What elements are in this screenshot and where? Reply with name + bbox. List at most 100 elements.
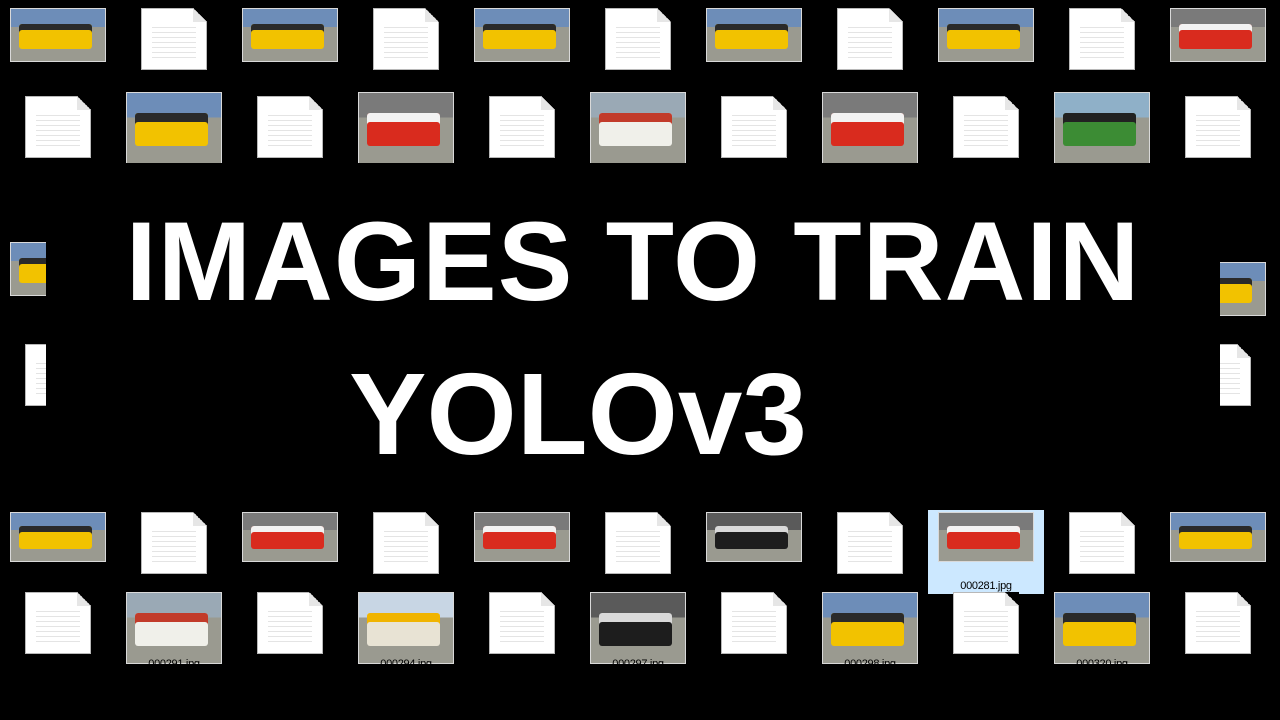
file-tile-image[interactable]: 000258.jpg	[232, 510, 348, 594]
file-tile-image[interactable]	[580, 90, 696, 174]
text-file-icon	[953, 592, 1019, 654]
file-tile-image[interactable]: 000320.jpg	[1044, 588, 1160, 672]
bus-shape	[18, 526, 92, 550]
text-file-icon	[141, 512, 207, 574]
file-tile-image[interactable]	[348, 90, 464, 174]
file-name-label: 000284.txt	[33, 658, 83, 670]
file-tile-image[interactable]: 000294.jpg	[348, 588, 464, 672]
bus-shape	[366, 612, 440, 647]
file-tile-image[interactable]	[812, 90, 928, 174]
file-tile-text[interactable]: 000294.txt	[464, 588, 580, 672]
file-tile-text[interactable]: 000281.txt	[1044, 510, 1160, 594]
file-tile-text[interactable]: 000297.txt	[696, 588, 812, 672]
file-tile-image[interactable]: 000250.jpg	[0, 510, 116, 594]
file-name-label: 000291.jpg	[148, 658, 200, 670]
file-name-label: 000165.txt	[613, 70, 663, 82]
file-tile-image[interactable]: 000265.jpg	[464, 510, 580, 594]
text-file-icon	[25, 96, 91, 158]
bus-shape	[1178, 526, 1252, 550]
image-thumbnail	[474, 8, 570, 62]
file-name-label: 000298.jpg	[844, 658, 896, 670]
file-tile-image[interactable]: 000149.jpg	[232, 0, 348, 84]
text-file-icon	[25, 592, 91, 654]
image-thumbnail	[706, 8, 802, 62]
text-file-icon	[373, 8, 439, 70]
file-tile-text[interactable]: 000165.txt	[580, 0, 696, 84]
file-name-label: 000294.txt	[497, 658, 547, 670]
file-name-label: 000175.txt	[1077, 70, 1127, 82]
image-thumbnail	[590, 92, 686, 164]
bus-shape	[946, 23, 1020, 49]
text-file-icon	[373, 512, 439, 574]
file-tile-image[interactable]	[1044, 90, 1160, 174]
image-thumbnail	[358, 592, 454, 664]
bus-shape	[946, 526, 1020, 550]
file-name-label: 000173.jpg	[960, 70, 1012, 82]
file-name-label: 6.txt	[1222, 192, 1242, 204]
file-tile-text[interactable]: 000268.txt	[812, 510, 928, 594]
bus-shape	[250, 23, 324, 49]
image-thumbnail	[590, 592, 686, 664]
bus-shape	[134, 612, 208, 647]
file-name-label: 000320.jpg	[1076, 658, 1128, 670]
text-file-icon	[837, 512, 903, 574]
file-tile-image[interactable]: 000268.jpg	[696, 510, 812, 594]
file-tile-text[interactable]: 000258.txt	[348, 510, 464, 594]
text-file-icon	[257, 96, 323, 158]
image-thumbnail	[358, 92, 454, 164]
file-tile-text[interactable]: 000291.txt	[232, 588, 348, 672]
bus-shape	[830, 612, 904, 647]
bus-shape	[1178, 23, 1252, 49]
text-file-icon	[1185, 592, 1251, 654]
text-file-icon	[1185, 96, 1251, 158]
file-tile-text[interactable]: 000284.txt	[0, 588, 116, 672]
bus-shape	[250, 526, 324, 550]
file-tile-image[interactable]: 000173.jpg	[928, 0, 1044, 84]
text-file-icon	[257, 592, 323, 654]
bus-shape	[366, 112, 440, 147]
file-name-label: 000291.txt	[265, 658, 315, 670]
bus-shape	[1062, 112, 1136, 147]
bus-shape	[714, 526, 788, 550]
file-tile-image[interactable]	[116, 90, 232, 174]
file-tile-text[interactable]: 000298.txt	[928, 588, 1044, 672]
file-tile-text[interactable]	[0, 90, 116, 174]
image-thumbnail	[938, 512, 1034, 562]
file-tile-image[interactable]: 000298.jpg	[812, 588, 928, 672]
file-name-label: 000148.txt	[149, 70, 199, 82]
file-name-label: 000173.txt	[845, 70, 895, 82]
file-tile-text[interactable]	[1160, 90, 1276, 174]
text-file-icon	[1069, 8, 1135, 70]
file-tile-image[interactable]: 000173.jpg	[696, 0, 812, 84]
file-tile-text[interactable]: 000148.txt	[116, 0, 232, 84]
file-tile-text[interactable]	[232, 90, 348, 174]
file-tile-image[interactable]: 000291.jpg	[116, 588, 232, 672]
image-thumbnail	[10, 8, 106, 62]
file-tile-text[interactable]	[464, 90, 580, 174]
file-tile-image[interactable]: 000165.jpg	[464, 0, 580, 84]
image-thumbnail	[242, 512, 338, 562]
file-tile-image[interactable]: 000281.jpg	[928, 510, 1044, 594]
file-name-label: 000149.jpg	[264, 70, 316, 82]
file-tile-text[interactable]: 000265.txt	[580, 510, 696, 594]
file-tile-text[interactable]: 000149.txt	[348, 0, 464, 84]
file-tile-text[interactable]: 000173.txt	[812, 0, 928, 84]
file-tile-image[interactable]: 000284.jpg	[1160, 510, 1276, 594]
text-file-icon	[953, 96, 1019, 158]
file-tile-image[interactable]: 000297.jpg	[580, 588, 696, 672]
file-tile-text[interactable]	[696, 90, 812, 174]
file-tile-image[interactable]: 000176.jpg	[1160, 0, 1276, 84]
text-file-icon	[721, 592, 787, 654]
image-thumbnail	[1054, 592, 1150, 664]
image-thumbnail	[706, 512, 802, 562]
file-tile-text[interactable]	[928, 90, 1044, 174]
file-tile-image[interactable]: 000148.jpg	[0, 0, 116, 84]
text-file-icon	[141, 8, 207, 70]
file-tile-text[interactable]: 000175.txt	[1044, 0, 1160, 84]
file-tile-text[interactable]: 000320.txt	[1160, 588, 1276, 672]
title-banner: IMAGES TO TRAIN YOLOv3	[46, 163, 1220, 498]
file-name-label: 000320.txt	[1193, 658, 1243, 670]
file-tile-text[interactable]: 000250.txt	[116, 510, 232, 594]
file-name-label: 000176.jpg	[1192, 70, 1244, 82]
text-file-icon	[489, 96, 555, 158]
